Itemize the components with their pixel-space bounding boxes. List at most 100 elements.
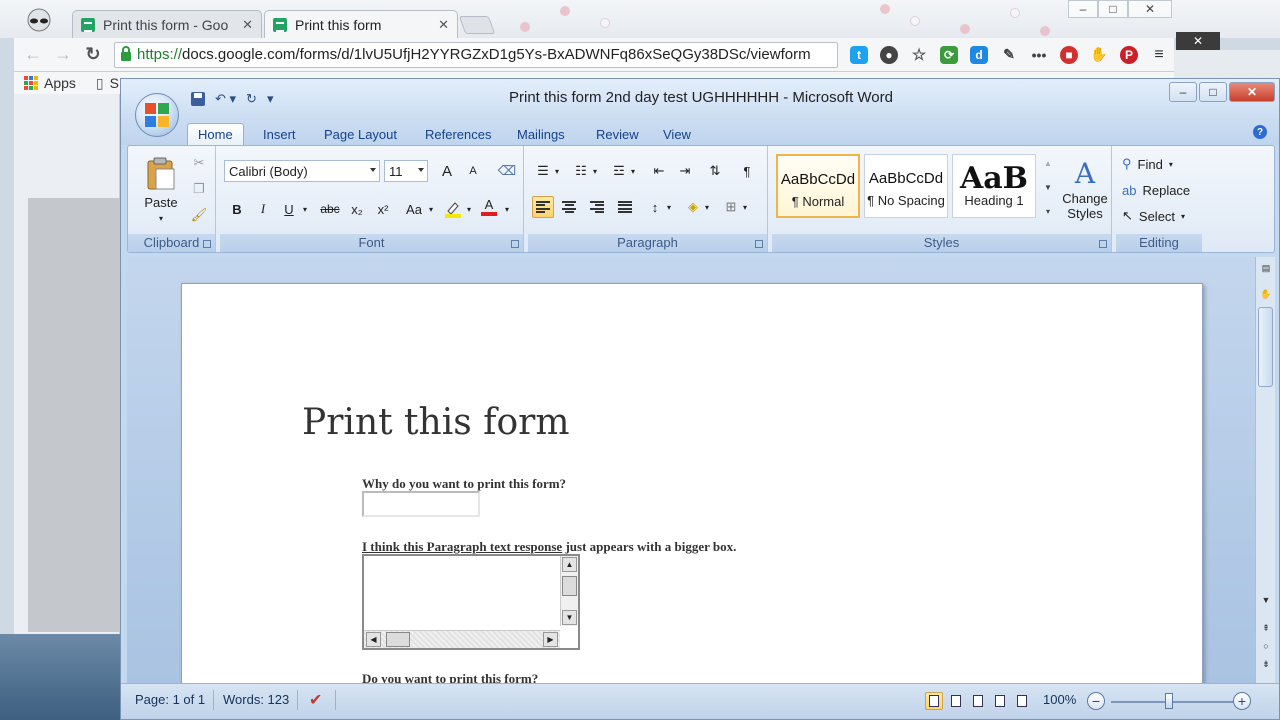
- minimize-button[interactable]: –: [1068, 0, 1098, 18]
- address-bar[interactable]: https://docs.google.com/forms/d/1lvU5Ufj…: [114, 41, 838, 68]
- show-hide-button[interactable]: ¶: [736, 160, 758, 182]
- shrink-font-button[interactable]: A: [462, 160, 484, 182]
- extension-icon[interactable]: ✋: [1090, 46, 1108, 64]
- answer-text-box[interactable]: [362, 491, 480, 517]
- superscript-button[interactable]: x²: [372, 198, 394, 220]
- close-icon[interactable]: ✕: [242, 17, 253, 33]
- highlight-button[interactable]: [442, 198, 464, 220]
- align-center-button[interactable]: [558, 196, 580, 218]
- help-icon[interactable]: ?: [1253, 125, 1267, 139]
- apps-icon[interactable]: [24, 76, 38, 90]
- horizontal-scrollbar[interactable]: ◀ ▶: [364, 630, 560, 648]
- replace-button[interactable]: ab Replace: [1122, 180, 1190, 200]
- hand-icon[interactable]: ✋: [1256, 287, 1276, 301]
- tab-home[interactable]: Home: [187, 123, 244, 145]
- chevron-down-icon[interactable]: ▾: [552, 160, 562, 182]
- document-vertical-scrollbar[interactable]: ▤ ✋ ▼ ⇞ ○ ⇟: [1255, 257, 1275, 683]
- web-layout-button[interactable]: [969, 692, 987, 710]
- change-styles-button[interactable]: A Change Styles: [1060, 152, 1110, 226]
- scroll-right-icon[interactable]: ▶: [543, 632, 558, 647]
- extension-icon[interactable]: d: [970, 45, 988, 64]
- adblock-icon[interactable]: ■: [1060, 45, 1078, 64]
- font-name-combo[interactable]: Calibri (Body): [224, 160, 380, 182]
- scroll-thumb[interactable]: [386, 632, 410, 647]
- dialog-launcher-icon[interactable]: [755, 240, 763, 248]
- page-count[interactable]: Page: 1 of 1: [135, 692, 205, 707]
- align-left-button[interactable]: [532, 196, 554, 218]
- subscript-button[interactable]: x₂: [346, 198, 368, 220]
- proofing-icon[interactable]: ✔: [309, 690, 322, 710]
- scroll-down-icon[interactable]: ▼: [562, 610, 577, 625]
- justify-button[interactable]: [614, 196, 636, 218]
- extension-icon[interactable]: ●: [880, 45, 898, 64]
- bookmark-link[interactable]: S: [110, 75, 119, 91]
- font-color-button[interactable]: A: [478, 196, 500, 218]
- tab-insert[interactable]: Insert: [253, 123, 306, 145]
- forward-icon[interactable]: →: [54, 44, 72, 65]
- scroll-up-icon[interactable]: ▲: [562, 557, 577, 572]
- style-heading-1[interactable]: AaB Heading 1: [952, 154, 1036, 218]
- twitter-icon[interactable]: t: [850, 45, 868, 64]
- next-page-icon[interactable]: ⇟: [1256, 657, 1276, 671]
- line-spacing-icon[interactable]: ↕: [644, 196, 666, 218]
- back-icon[interactable]: ←: [24, 44, 42, 65]
- italic-button[interactable]: I: [252, 198, 274, 220]
- document-page[interactable]: Print this form Why do you want to print…: [181, 283, 1203, 683]
- scroll-down-icon[interactable]: ▼: [1040, 176, 1056, 198]
- zoom-slider-thumb[interactable]: [1165, 693, 1173, 709]
- chevron-down-icon[interactable]: ▾: [664, 196, 674, 218]
- scroll-thumb[interactable]: [562, 576, 577, 596]
- browse-object-icon[interactable]: ○: [1256, 639, 1276, 653]
- star-icon[interactable]: ☆: [910, 46, 928, 64]
- font-size-combo[interactable]: 11: [384, 160, 428, 182]
- chevron-down-icon[interactable]: ▾: [464, 198, 474, 220]
- select-button[interactable]: ↖ Select ▾: [1122, 206, 1185, 226]
- scroll-up-icon[interactable]: ▲: [1040, 152, 1056, 174]
- scroll-thumb[interactable]: [1258, 307, 1273, 387]
- chrome-tab-2[interactable]: Print this form ✕: [264, 10, 458, 38]
- sort-icon[interactable]: ⇅: [704, 160, 726, 182]
- zoom-slider-track[interactable]: [1111, 701, 1237, 703]
- close-button[interactable]: ✕: [1128, 0, 1172, 18]
- pinterest-icon[interactable]: P: [1120, 45, 1138, 64]
- chevron-down-icon[interactable]: ▾: [628, 160, 638, 182]
- borders-icon[interactable]: ⊞: [720, 196, 742, 218]
- full-screen-reading-button[interactable]: [947, 692, 965, 710]
- close-button[interactable]: ✕: [1229, 82, 1275, 102]
- grow-font-button[interactable]: A: [436, 160, 458, 182]
- underline-button[interactable]: U: [278, 198, 300, 220]
- word-count[interactable]: Words: 123: [223, 692, 289, 707]
- ruler-toggle-icon[interactable]: ▤: [1256, 261, 1276, 275]
- find-button[interactable]: ⚲ Find ▾: [1122, 154, 1173, 174]
- format-painter-icon[interactable]: 🖌: [188, 204, 210, 226]
- change-case-button[interactable]: Aa: [400, 198, 428, 220]
- zoom-in-button[interactable]: +: [1233, 692, 1251, 710]
- scroll-left-icon[interactable]: ◀: [366, 632, 381, 647]
- zoom-out-button[interactable]: −: [1087, 692, 1105, 710]
- new-tab-button[interactable]: [458, 16, 496, 34]
- close-icon[interactable]: ✕: [438, 17, 449, 33]
- zoom-level[interactable]: 100%: [1043, 692, 1076, 707]
- cut-icon[interactable]: ✂: [188, 152, 210, 174]
- maximize-button[interactable]: □: [1199, 82, 1227, 102]
- more-styles-icon[interactable]: ▾: [1040, 200, 1056, 222]
- apps-link[interactable]: Apps: [44, 75, 76, 91]
- maximize-button[interactable]: □: [1098, 0, 1128, 18]
- chevron-down-icon[interactable]: ▾: [426, 198, 436, 220]
- tab-mailings[interactable]: Mailings: [507, 123, 575, 145]
- previous-page-icon[interactable]: ⇞: [1256, 621, 1276, 635]
- office-button[interactable]: [135, 93, 179, 137]
- style-normal[interactable]: AaBbCcDd ¶ Normal: [776, 154, 860, 218]
- chevron-down-icon[interactable]: ▾: [590, 160, 600, 182]
- overlay-close-button[interactable]: ✕: [1176, 32, 1220, 50]
- multilevel-list-icon[interactable]: ☲: [608, 160, 630, 182]
- numbering-icon[interactable]: ☷: [570, 160, 592, 182]
- chevron-down-icon[interactable]: ▾: [740, 196, 750, 218]
- outline-view-button[interactable]: [991, 692, 1009, 710]
- align-right-button[interactable]: [586, 196, 608, 218]
- dialog-launcher-icon[interactable]: [203, 240, 211, 248]
- chevron-down-icon[interactable]: ▾: [702, 196, 712, 218]
- style-no-spacing[interactable]: AaBbCcDd ¶ No Spacing: [864, 154, 948, 218]
- bold-button[interactable]: B: [226, 198, 248, 220]
- paste-button[interactable]: Paste ▾: [138, 154, 184, 226]
